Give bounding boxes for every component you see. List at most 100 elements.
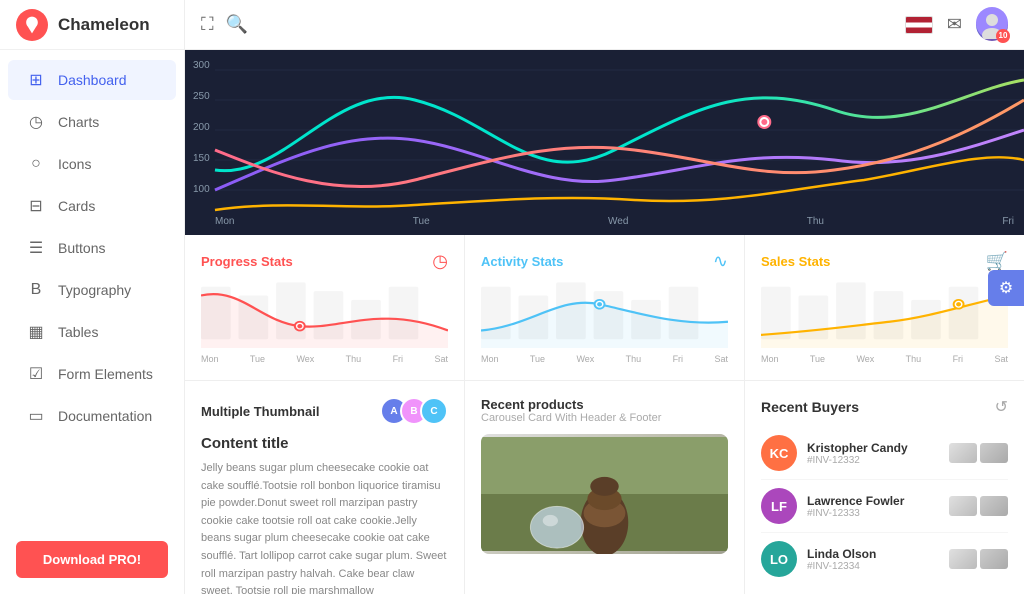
buyer-inv-1: #INV-12333 — [807, 508, 949, 519]
activity-x-labels: Mon Tue Wex Thu Fri Sat — [481, 354, 728, 364]
form-elements-icon: ☑ — [26, 364, 46, 384]
settings-fab[interactable]: ⚙ — [988, 270, 1024, 306]
logo-icon — [16, 9, 48, 41]
sidebar-label-tables: Tables — [58, 324, 98, 340]
buyer-inv-0: #INV-12332 — [807, 455, 949, 466]
buyer-thumb-img-2-2 — [980, 549, 1008, 569]
sales-stats-header: Sales Stats 🛒 — [761, 251, 1008, 272]
sidebar-label-dashboard: Dashboard — [58, 72, 127, 88]
buyer-thumb-img-2-1 — [980, 496, 1008, 516]
buyer-row: LO Linda Olson #INV-12334 — [761, 533, 1008, 585]
buyer-thumbs-2 — [949, 549, 1008, 569]
activity-stats-icon: ∿ — [713, 251, 728, 272]
activity-stats-header: Activity Stats ∿ — [481, 251, 728, 272]
stats-row: Progress Stats ◷ — [185, 235, 1024, 380]
progress-stats-title: Progress Stats — [201, 254, 293, 269]
buyer-name-0: Kristopher Candy — [807, 441, 949, 455]
bottom-row: Multiple Thumbnail A B C Content title J… — [185, 380, 1024, 594]
buttons-icon: ☰ — [26, 238, 46, 258]
buyer-thumb-img-1-2 — [949, 549, 977, 569]
buyer-thumbs-0 — [949, 443, 1008, 463]
buyer-inv-2: #INV-12334 — [807, 561, 949, 572]
avatar[interactable]: 10 — [976, 9, 1008, 41]
expand-icon[interactable]: ⛶ — [201, 14, 214, 35]
buyer-thumb-img-2-0 — [980, 443, 1008, 463]
buyer-row: LF Lawrence Fowler #INV-12333 — [761, 480, 1008, 533]
progress-mini-chart — [201, 278, 448, 348]
sidebar-label-form-elements: Form Elements — [58, 366, 153, 382]
sidebar-label-charts: Charts — [58, 114, 99, 130]
activity-mini-chart — [481, 278, 728, 348]
sidebar-item-dashboard[interactable]: ⊞ Dashboard — [8, 60, 176, 100]
icons-icon: ○ — [26, 154, 46, 174]
hero-chart: 300 250 200 150 100 — [185, 50, 1024, 235]
thumbnail-card-header: Multiple Thumbnail A B C — [201, 397, 448, 425]
recent-products-title: Recent products — [481, 397, 728, 412]
buyer-info-0: Kristopher Candy #INV-12332 — [807, 441, 949, 466]
sidebar-item-charts[interactable]: ◷ Charts — [8, 102, 176, 142]
buyer-avatar-1: LF — [761, 488, 797, 524]
header-left: ⛶ 🔍 — [201, 14, 248, 35]
typography-icon: B — [26, 280, 46, 300]
sidebar-item-tables[interactable]: ▦ Tables — [8, 312, 176, 352]
buyers-list: KC Kristopher Candy #INV-12332 LF Lawren… — [761, 427, 1008, 585]
sidebar-item-documentation[interactable]: ▭ Documentation — [8, 396, 176, 436]
header-right: ✉ 10 — [905, 9, 1008, 41]
sidebar-navigation: ⊞ Dashboard ◷ Charts ○ Icons ⊟ Cards ☰ B… — [0, 50, 184, 525]
recent-products-subtitle: Carousel Card With Header & Footer — [481, 412, 728, 424]
buyer-row: KC Kristopher Candy #INV-12332 — [761, 427, 1008, 480]
sidebar-item-cards[interactable]: ⊟ Cards — [8, 186, 176, 226]
progress-stats-icon: ◷ — [432, 251, 448, 272]
sidebar-item-typography[interactable]: B Typography — [8, 270, 176, 310]
buyer-avatar-0: KC — [761, 435, 797, 471]
buyer-info-1: Lawrence Fowler #INV-12333 — [807, 494, 949, 519]
activity-stats-title: Activity Stats — [481, 254, 563, 269]
buyer-info-2: Linda Olson #INV-12334 — [807, 547, 949, 572]
dashboard-icon: ⊞ — [26, 70, 46, 90]
cards-icon: ⊟ — [26, 196, 46, 216]
sidebar-download-section: Download PRO! — [0, 525, 184, 594]
search-icon[interactable]: 🔍 — [226, 14, 248, 35]
hero-chart-svg — [185, 50, 1024, 235]
sales-stats-title: Sales Stats — [761, 254, 830, 269]
buyer-name-1: Lawrence Fowler — [807, 494, 949, 508]
sidebar-logo: Chameleon — [0, 0, 184, 50]
sidebar-label-cards: Cards — [58, 198, 95, 214]
sidebar-item-buttons[interactable]: ☰ Buttons — [8, 228, 176, 268]
thumbnail-avatars: A B C — [380, 397, 448, 425]
recent-buyers-card: Recent Buyers ↺ KC Kristopher Candy #INV… — [745, 380, 1024, 594]
sidebar-label-buttons: Buttons — [58, 240, 105, 256]
buyers-title: Recent Buyers — [761, 399, 859, 415]
flag-icon[interactable] — [905, 16, 933, 34]
buyer-thumb-img-1-1 — [949, 496, 977, 516]
sales-mini-chart — [761, 278, 1008, 348]
logo-text: Chameleon — [58, 15, 150, 35]
progress-stats-header: Progress Stats ◷ — [201, 251, 448, 272]
recent-products-card: Recent products Carousel Card With Heade… — [465, 380, 745, 594]
sidebar-item-form-elements[interactable]: ☑ Form Elements — [8, 354, 176, 394]
content-title: Content title — [201, 435, 448, 452]
charts-icon: ◷ — [26, 112, 46, 132]
documentation-icon: ▭ — [26, 406, 46, 426]
buyer-avatar-2: LO — [761, 541, 797, 577]
content-area: 300 250 200 150 100 — [185, 50, 1024, 594]
tables-icon: ▦ — [26, 322, 46, 342]
sidebar-label-icons: Icons — [58, 156, 91, 172]
progress-x-labels: Mon Tue Wex Thu Fri Sat — [201, 354, 448, 364]
mail-icon[interactable]: ✉ — [947, 14, 962, 35]
thumb-avatar-3: C — [420, 397, 448, 425]
refresh-icon[interactable]: ↺ — [995, 397, 1008, 417]
sales-stats-icon: 🛒 — [986, 251, 1008, 272]
sidebar: Chameleon ⊞ Dashboard ◷ Charts ○ Icons ⊟… — [0, 0, 185, 594]
progress-stats-card: Progress Stats ◷ — [185, 235, 465, 380]
sidebar-label-typography: Typography — [58, 282, 131, 298]
product-image — [481, 434, 728, 554]
buyers-header: Recent Buyers ↺ — [761, 397, 1008, 417]
download-pro-button[interactable]: Download PRO! — [16, 541, 168, 578]
thumbnail-card-title: Multiple Thumbnail — [201, 404, 319, 419]
sales-x-labels: Mon Tue Wex Thu Fri Sat — [761, 354, 1008, 364]
buyer-thumb-img-1-0 — [949, 443, 977, 463]
sidebar-item-icons[interactable]: ○ Icons — [8, 144, 176, 184]
thumbnail-card: Multiple Thumbnail A B C Content title J… — [185, 380, 465, 594]
header: ⛶ 🔍 ✉ 10 — [185, 0, 1024, 50]
